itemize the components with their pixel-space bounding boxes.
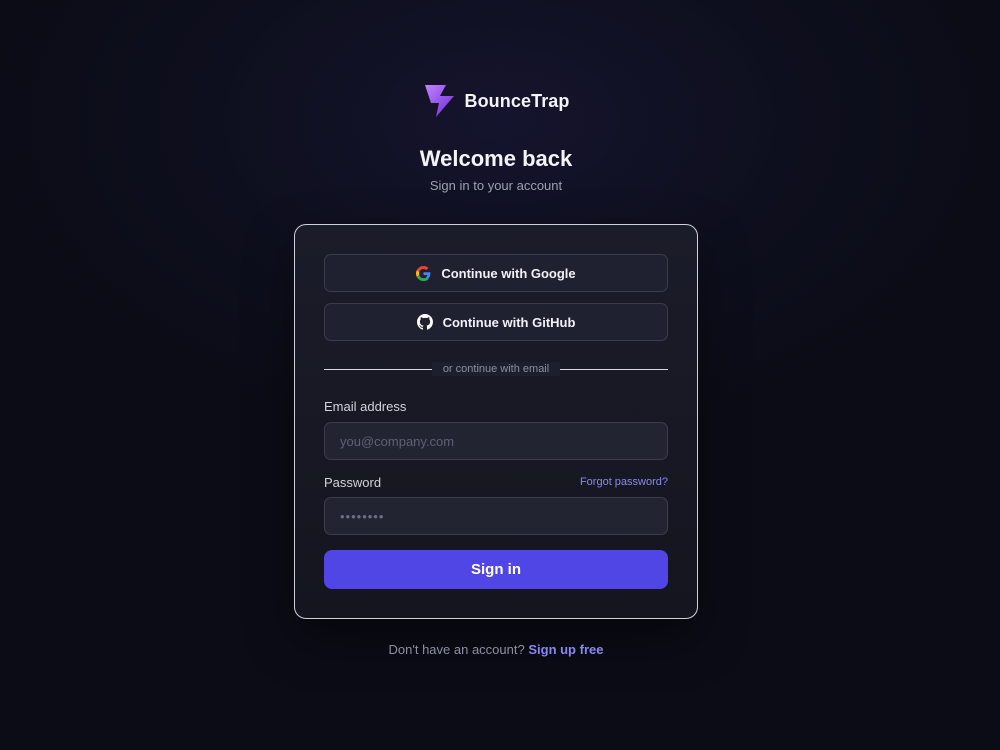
forgot-password-link[interactable]: Forgot password? <box>580 476 668 488</box>
github-signin-button[interactable]: Continue with GitHub <box>324 303 668 341</box>
page-title: Welcome back <box>419 146 573 171</box>
lightning-bolt-icon <box>425 85 455 117</box>
password-field[interactable] <box>324 497 668 535</box>
page-subtitle: Sign in to your account <box>429 178 563 193</box>
password-label: Password <box>324 475 382 490</box>
divider-text: or continue with email <box>431 362 561 376</box>
google-signin-label: Continue with Google <box>441 265 576 281</box>
brand-name: BounceTrap <box>464 90 570 111</box>
email-field[interactable] <box>324 422 668 460</box>
github-icon <box>416 314 433 330</box>
divider: or continue with email <box>324 361 669 377</box>
github-signin-label: Continue with GitHub <box>442 314 576 330</box>
brand-lockup[interactable]: BounceTrap <box>422 84 569 118</box>
divider-line-left <box>324 368 432 370</box>
brand: BounceTrap <box>0 84 1000 118</box>
google-icon <box>416 265 431 281</box>
signup-prompt: Don't have an account? Sign up free <box>0 642 992 657</box>
divider-line-right <box>560 368 669 370</box>
google-signin-button[interactable]: Continue with Google <box>324 254 668 292</box>
signup-link[interactable]: Sign up free <box>528 642 603 657</box>
signup-prompt-text: Don't have an account? <box>388 642 525 657</box>
email-label: Email address <box>324 399 407 414</box>
signin-card: Continue with Google Continue with GitHu… <box>294 224 698 619</box>
sign-in-button[interactable]: Sign in <box>324 550 668 589</box>
